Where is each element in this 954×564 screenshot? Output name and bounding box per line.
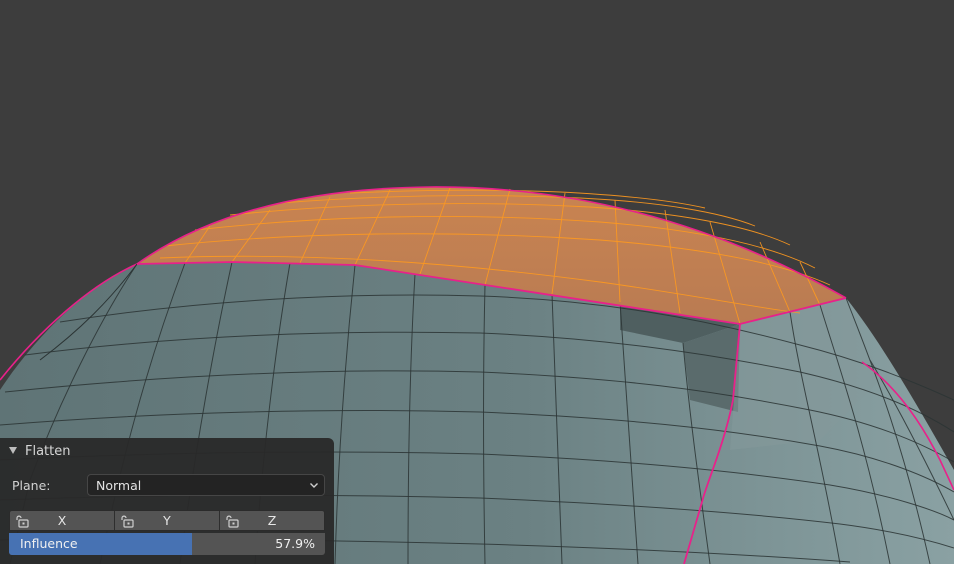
- axis-lock-row: X Y Z: [9, 510, 325, 531]
- influence-slider[interactable]: Influence 57.9%: [9, 533, 325, 555]
- plane-dropdown[interactable]: Normal: [87, 474, 325, 496]
- plane-dropdown-value: Normal: [96, 478, 142, 493]
- chevron-down-icon: [310, 483, 318, 488]
- influence-value: 57.9%: [275, 536, 315, 551]
- triangle-down-icon[interactable]: [9, 447, 17, 454]
- panel-title: Flatten: [25, 444, 71, 459]
- axis-z-toggle[interactable]: Z: [220, 511, 324, 530]
- axis-x-toggle[interactable]: X: [10, 511, 115, 530]
- axis-x-label: X: [57, 513, 67, 528]
- axis-y-toggle[interactable]: Y: [115, 511, 220, 530]
- panel-header[interactable]: Flatten: [0, 438, 334, 466]
- plane-label: Plane:: [12, 478, 51, 493]
- influence-label: Influence: [20, 536, 78, 551]
- axis-z-label: Z: [267, 513, 277, 528]
- axis-y-label: Y: [163, 513, 171, 528]
